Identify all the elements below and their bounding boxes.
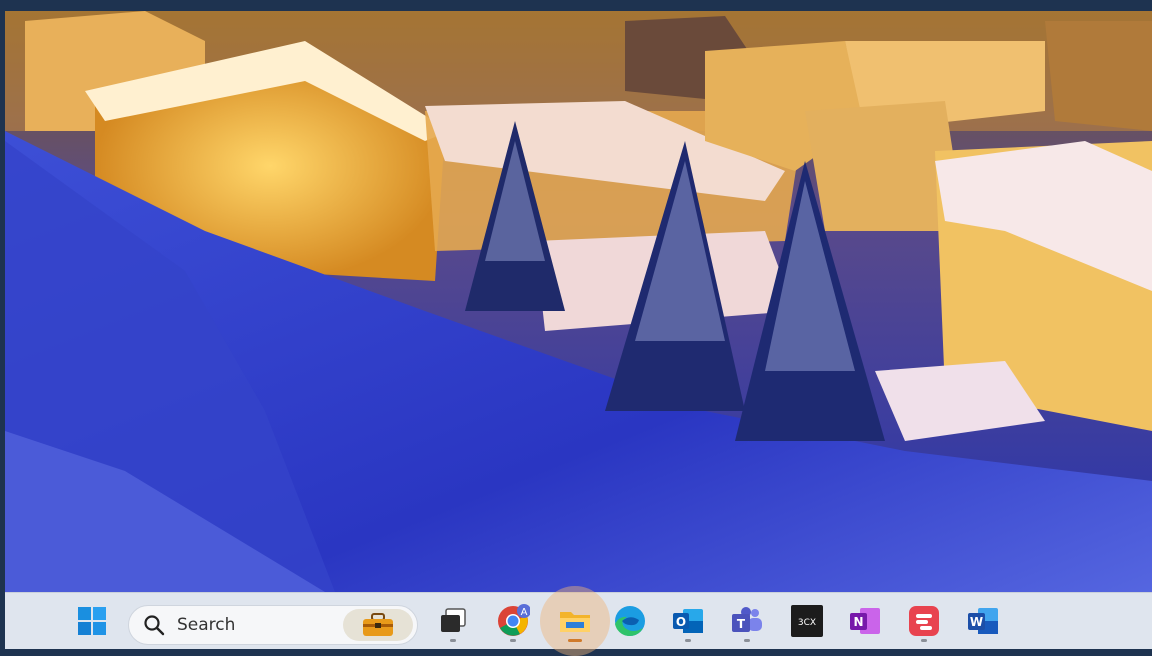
windows-logo-icon xyxy=(78,607,106,635)
running-indicator xyxy=(685,639,691,642)
taskbar: Search A O T 3CX N W xyxy=(5,586,1152,656)
file-explorer-button[interactable] xyxy=(540,586,610,656)
chrome-button[interactable]: A xyxy=(493,601,533,642)
3cx-button[interactable]: 3CX xyxy=(787,601,827,641)
desktop-wallpaper xyxy=(5,11,1152,592)
search-placeholder: Search xyxy=(177,615,236,635)
folder-icon xyxy=(560,612,590,632)
red-app-icon xyxy=(909,606,939,636)
onenote-icon: N xyxy=(850,608,880,634)
start-button[interactable] xyxy=(72,601,112,641)
svg-text:T: T xyxy=(737,617,746,631)
running-indicator xyxy=(450,639,456,642)
widgets-button[interactable] xyxy=(343,609,413,641)
3cx-icon: 3CX xyxy=(791,605,823,637)
teams-button[interactable]: T xyxy=(727,601,767,642)
chrome-icon: A xyxy=(498,604,530,636)
taskbar-search-box[interactable]: Search xyxy=(128,605,418,645)
outlook-button[interactable]: O xyxy=(668,601,708,642)
active-indicator xyxy=(568,639,582,642)
red-app-button[interactable] xyxy=(904,601,944,642)
word-button[interactable]: W xyxy=(963,601,1003,641)
task-view-icon xyxy=(441,608,466,632)
running-indicator xyxy=(921,639,927,642)
outlook-icon: O xyxy=(673,609,703,633)
task-view-button[interactable] xyxy=(433,601,473,642)
running-indicator xyxy=(744,639,750,642)
svg-text:O: O xyxy=(676,615,686,629)
search-icon xyxy=(144,615,165,636)
window-edge-strip xyxy=(0,0,680,11)
svg-text:3CX: 3CX xyxy=(798,618,816,628)
word-icon: W xyxy=(968,608,998,634)
chrome-profile-badge: A xyxy=(521,607,528,618)
teams-icon: T xyxy=(732,607,762,632)
briefcase-icon xyxy=(363,613,393,636)
edge-button[interactable] xyxy=(610,601,650,641)
svg-text:N: N xyxy=(853,615,863,629)
edge-icon xyxy=(615,606,645,637)
onenote-button[interactable]: N xyxy=(845,601,885,641)
wallpaper-scene xyxy=(5,11,1152,592)
running-indicator xyxy=(510,639,516,642)
svg-text:W: W xyxy=(970,615,983,629)
